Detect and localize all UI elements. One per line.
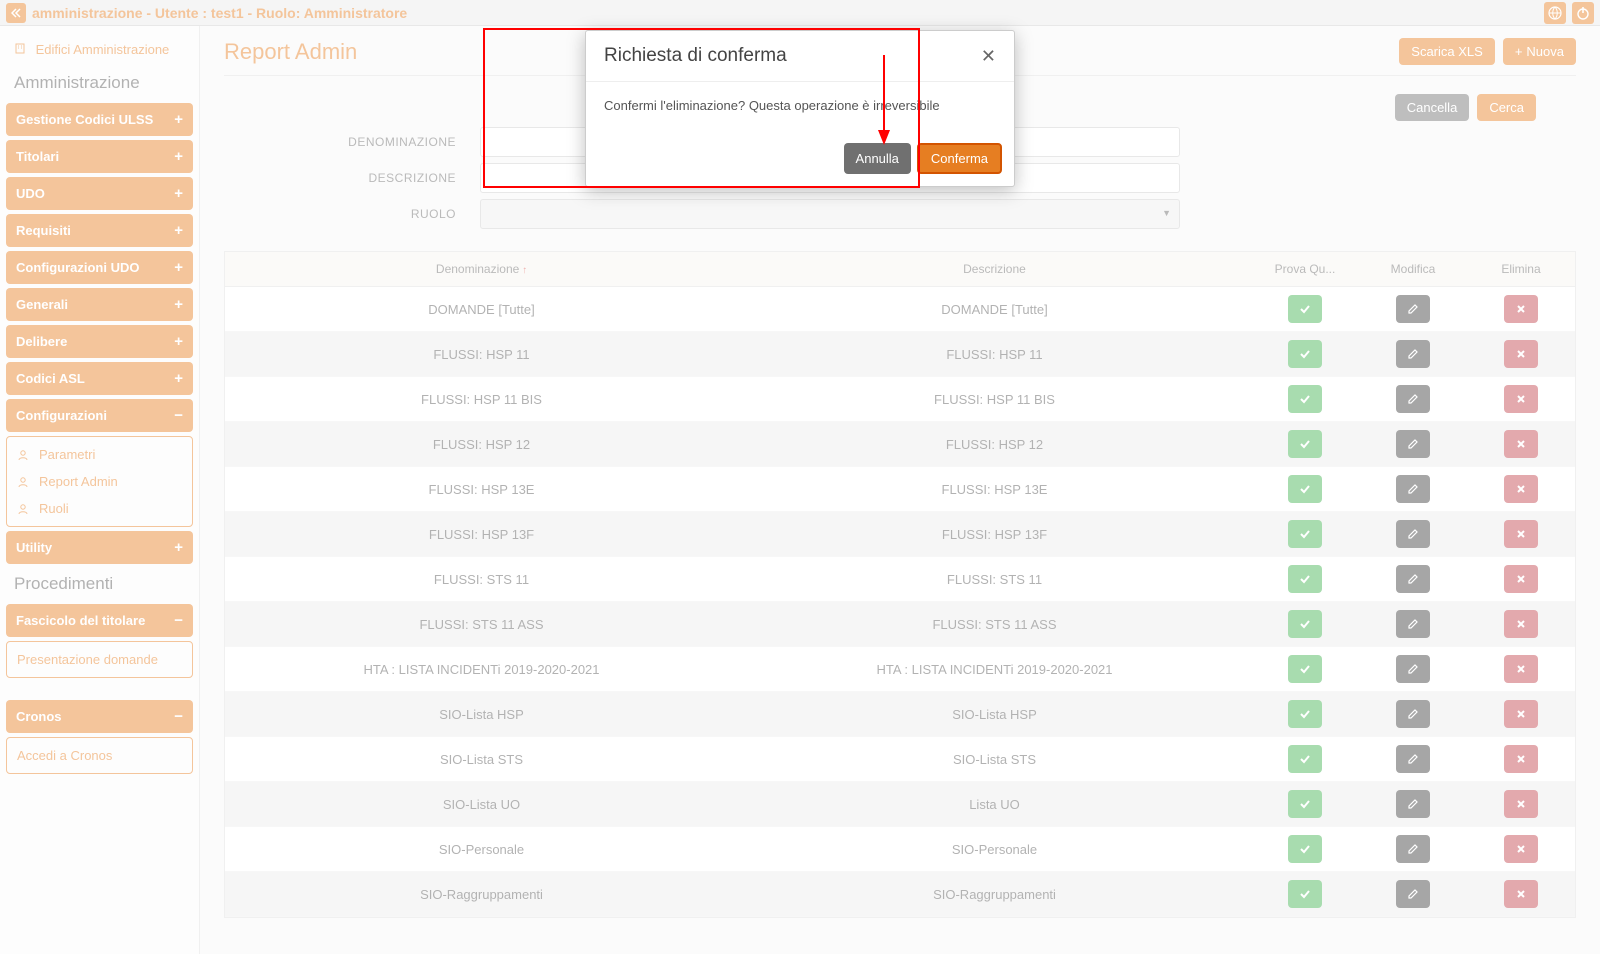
modal-cancel-button[interactable]: Annulla (844, 143, 911, 174)
modal-title: Richiesta di conferma (604, 45, 787, 67)
modal-confirm-button[interactable]: Conferma (917, 143, 1002, 174)
confirm-dialog: Richiesta di conferma ✕ Confermi l'elimi… (585, 30, 1015, 187)
modal-body: Confermi l'eliminazione? Questa operazio… (586, 82, 1014, 135)
close-icon[interactable]: ✕ (981, 46, 996, 67)
